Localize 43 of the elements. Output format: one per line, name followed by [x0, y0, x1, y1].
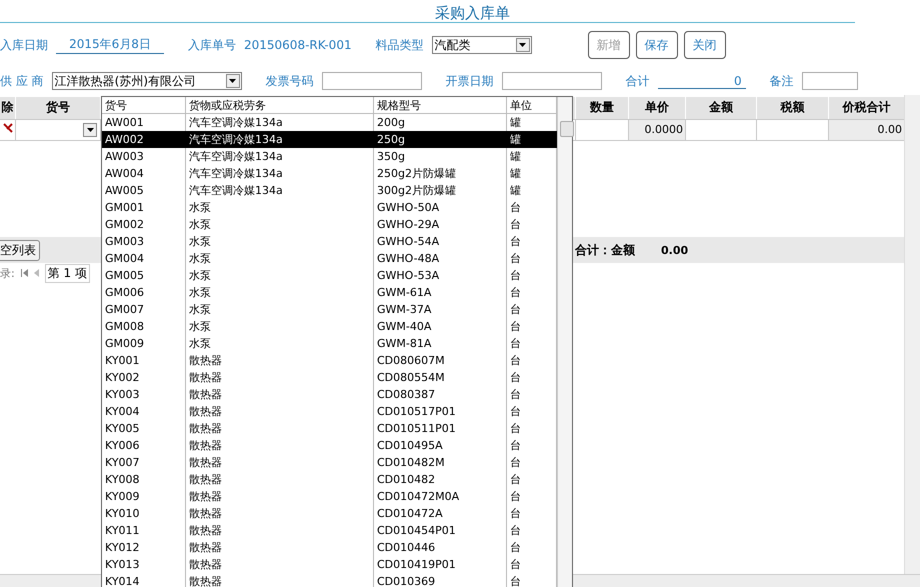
total-value: 0.00 — [661, 244, 688, 256]
dropdown-scrollbar[interactable] — [557, 97, 572, 587]
dropdown-row[interactable]: AW004 汽车空调冷媒134a 250g2片防爆罐 罐 — [102, 165, 557, 182]
record-label: 录: — [0, 266, 15, 280]
select-field[interactable]: 汽配类 — [432, 36, 532, 54]
previous-record-icon[interactable] — [34, 269, 39, 277]
field-label: 入库单号 — [188, 36, 236, 54]
caret-icon — [229, 79, 236, 83]
delete-icon[interactable] — [2, 123, 12, 133]
table-cell — [757, 119, 829, 141]
dropdown-row[interactable]: AW005 汽车空调冷媒134a 300g2片防爆罐 罐 — [102, 182, 557, 199]
field-label: 发票号码 — [266, 72, 314, 90]
toolbar-button[interactable]: 关闭 — [684, 31, 726, 59]
field-value: 20150608-RK-001 — [244, 38, 352, 52]
field-label: 备注 — [770, 72, 794, 90]
select-field[interactable]: 江洋散热器(苏州)有限公司 — [52, 72, 242, 90]
dropdown-row[interactable]: AW002 汽车空调冷媒134a 250g 罐 — [102, 131, 557, 148]
field-label: 料品类型 — [376, 36, 424, 54]
field-value: 0 — [658, 74, 746, 88]
dropdown-row[interactable]: AW003 汽车空调冷媒134a 350g 罐 — [102, 148, 557, 165]
form-title: 采购入库单 — [434, 4, 510, 22]
field-label: 供 应 商 — [0, 72, 44, 90]
table-cell: 0.0000 — [629, 119, 686, 141]
field-label: 合计 — [626, 72, 650, 90]
table-cell — [686, 119, 757, 141]
caret-icon — [86, 128, 94, 132]
field-label: 入库日期 — [0, 36, 48, 54]
field-label: 开票日期 — [446, 72, 494, 90]
toolbar-button[interactable]: 保存 — [636, 31, 678, 59]
field-value: 2015年6月8日 — [56, 36, 164, 54]
dropdown-row[interactable]: AW001 汽车空调冷媒134a 200g 罐 — [102, 114, 557, 131]
first-record-icon[interactable] — [20, 269, 28, 277]
caret-icon — [519, 43, 526, 47]
vertical-scrollbar[interactable] — [904, 95, 920, 575]
item-combo-field[interactable] — [16, 119, 101, 141]
clear-list-button[interactable]: 空列表 — [0, 240, 40, 260]
total-label: 合计：金额 — [575, 242, 635, 258]
input-field[interactable] — [322, 72, 422, 90]
table-cell — [576, 119, 629, 141]
input-field[interactable] — [502, 72, 602, 90]
record-position: 第 1 项 — [44, 264, 90, 282]
input-field[interactable] — [802, 72, 858, 90]
table-cell: 0.00 — [829, 119, 905, 141]
